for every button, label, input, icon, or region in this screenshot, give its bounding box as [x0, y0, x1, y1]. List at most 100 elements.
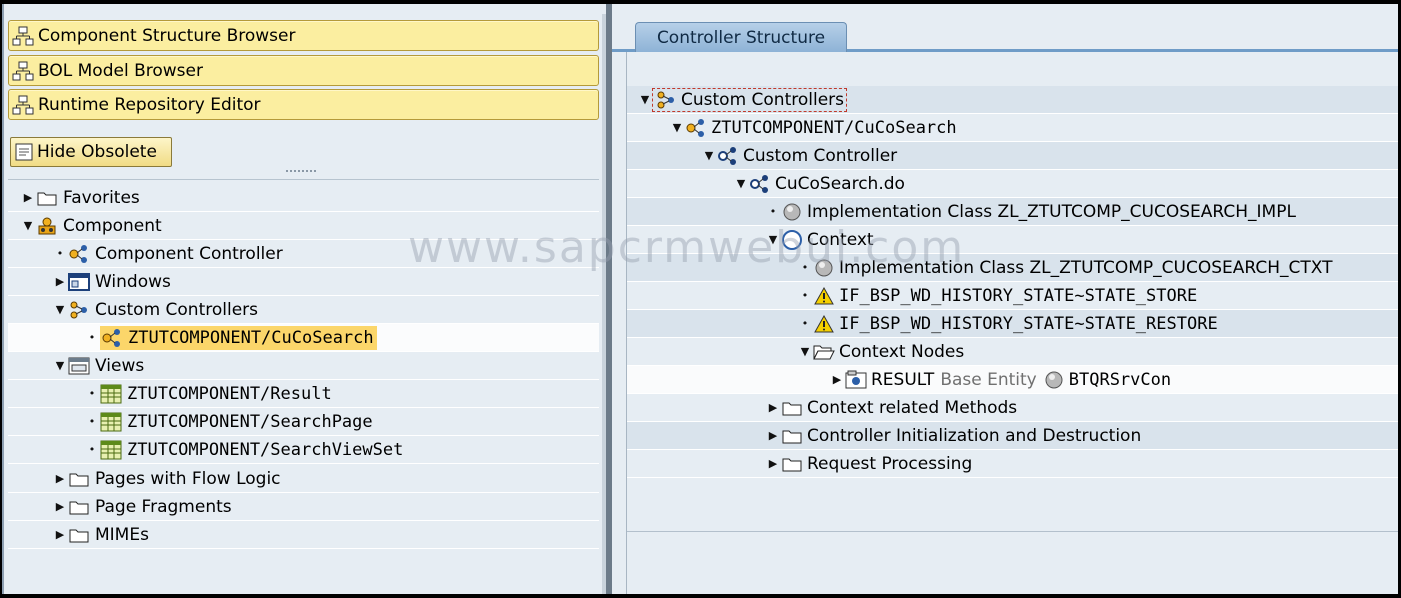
warning-icon: [813, 313, 835, 335]
tree-label: Context Nodes: [839, 341, 965, 362]
tree-label: Component Controller: [95, 243, 283, 264]
tree-label: MIMEs: [95, 524, 149, 545]
bullet-icon: •: [88, 415, 96, 428]
tree-node-init-destruction[interactable]: ▶ Controller Initialization and Destruct…: [627, 422, 1398, 450]
collapse-arrow-icon[interactable]: ▼: [20, 218, 36, 234]
custom-controllers-icon: [655, 89, 677, 111]
folder-icon: [781, 397, 803, 419]
collapse-arrow-icon[interactable]: ▼: [765, 232, 781, 248]
tree-label: ZTUTCOMPONENT/Result: [127, 383, 332, 404]
entity-name: BTQRSrvCon: [1068, 369, 1172, 390]
component-structure-browser-button[interactable]: Component Structure Browser: [8, 20, 599, 51]
tree-node-custom-controllers[interactable]: ▼ Custom Controllers: [8, 296, 599, 324]
expand-arrow-icon[interactable]: ▶: [52, 471, 68, 487]
focused-item[interactable]: Custom Controllers: [651, 87, 848, 112]
tab-label: Controller Structure: [656, 27, 826, 48]
entity-node-icon: [845, 369, 867, 391]
nav-button-label: Component Structure Browser: [38, 25, 296, 46]
folder-icon: [781, 453, 803, 475]
expand-arrow-icon[interactable]: ▶: [20, 190, 36, 206]
expand-arrow-icon[interactable]: ▶: [52, 527, 68, 543]
tree-node-custom-controllers[interactable]: ▼ Custom Controllers: [627, 86, 1398, 114]
collapse-arrow-icon[interactable]: ▼: [52, 302, 68, 318]
tree-node-view-searchpage[interactable]: • ZTUTCOMPONENT/SearchPage: [8, 408, 599, 436]
tree-node-request-processing[interactable]: ▶ Request Processing: [627, 450, 1398, 478]
folder-icon: [781, 425, 803, 447]
tree-node-view-searchviewset[interactable]: • ZTUTCOMPONENT/SearchViewSet: [8, 436, 599, 464]
hierarchy-icon: [12, 26, 34, 45]
left-pane: Component Structure Browser BOL Model Br…: [2, 4, 606, 594]
collapse-arrow-icon[interactable]: ▼: [669, 120, 685, 136]
tree-node-state-store[interactable]: • IF_BSP_WD_HISTORY_STATE~STATE_STORE: [627, 282, 1398, 310]
collapse-arrow-icon[interactable]: ▼: [637, 92, 653, 108]
tree-node-mimes[interactable]: ▶ MIMEs: [8, 521, 599, 549]
selected-item[interactable]: ZTUTCOMPONENT/CuCoSearch: [100, 325, 377, 350]
tree-node-component[interactable]: ▼ Component: [8, 212, 599, 240]
expand-arrow-icon[interactable]: ▶: [829, 372, 845, 388]
bullet-icon: •: [801, 261, 809, 274]
tree-label: IF_BSP_WD_HISTORY_STATE~STATE_RESTORE: [839, 313, 1218, 334]
folder-icon: [36, 187, 58, 209]
tree-node-cucosearch[interactable]: • ZTUTCOMPONENT/CuCoSearch: [8, 324, 599, 352]
view-grid-icon: [100, 439, 122, 461]
tree-label: Pages with Flow Logic: [95, 468, 281, 489]
tree-label: Component: [63, 215, 162, 236]
tree-label: Implementation Class ZL_ZTUTCOMP_CUCOSEA…: [807, 201, 1296, 222]
tree-label: Windows: [95, 271, 171, 292]
tree-node-impl-class[interactable]: • Implementation Class ZL_ZTUTCOMP_CUCOS…: [627, 198, 1398, 226]
tree-node-component-controller[interactable]: • Component Controller: [8, 240, 599, 268]
expand-arrow-icon[interactable]: ▶: [765, 428, 781, 444]
right-pane: Controller Structure ▼ Custom Controller…: [612, 4, 1398, 594]
splitter-handle[interactable]: [286, 170, 316, 173]
hierarchy-icon: [12, 95, 34, 114]
tree-node-context-methods[interactable]: ▶ Context related Methods: [627, 394, 1398, 422]
tree-node-custom-controller[interactable]: ▼ Custom Controller: [627, 142, 1398, 170]
controller-icon: [68, 243, 90, 265]
tree-node-view-result[interactable]: • ZTUTCOMPONENT/Result: [8, 380, 599, 408]
tree-node-favorites[interactable]: ▶ Favorites: [8, 184, 599, 212]
tree-label: Request Processing: [807, 453, 973, 474]
tree-label: Custom Controllers: [95, 299, 259, 320]
warning-icon: [813, 285, 835, 307]
bullet-icon: •: [88, 443, 96, 456]
tree-label: Controller Initialization and Destructio…: [807, 425, 1142, 446]
expand-arrow-icon[interactable]: ▶: [52, 499, 68, 515]
bullet-icon: •: [88, 387, 96, 400]
hide-obsolete-button[interactable]: Hide Obsolete: [10, 137, 172, 167]
views-icon: [68, 355, 90, 377]
tree-node-cucosearch[interactable]: ▼ ZTUTCOMPONENT/CuCoSearch: [627, 114, 1398, 142]
tree-label: CuCoSearch.do: [775, 173, 905, 194]
expand-arrow-icon[interactable]: ▶: [765, 456, 781, 472]
tree-node-views[interactable]: ▼ Views: [8, 352, 599, 380]
tree-node-cucosearch-do[interactable]: ▼ CuCoSearch.do: [627, 170, 1398, 198]
tree-label: ZTUTCOMPONENT/SearchViewSet: [127, 439, 404, 460]
collapse-arrow-icon[interactable]: ▼: [52, 358, 68, 374]
tree-node-windows[interactable]: ▶ Windows: [8, 268, 599, 296]
collapse-arrow-icon[interactable]: ▼: [797, 344, 813, 360]
bol-model-browser-button[interactable]: BOL Model Browser: [8, 55, 599, 86]
tree-node-page-fragments[interactable]: ▶ Page Fragments: [8, 493, 599, 521]
tree-label: Context: [807, 229, 874, 250]
class-sphere-icon: [781, 201, 803, 223]
tree-node-ctxt-class[interactable]: • Implementation Class ZL_ZTUTCOMP_CUCOS…: [627, 254, 1398, 282]
controller-icon: [101, 327, 123, 349]
bullet-icon: •: [56, 247, 64, 260]
tree-node-context-nodes[interactable]: ▼ Context Nodes: [627, 338, 1398, 366]
expand-arrow-icon[interactable]: ▶: [52, 274, 68, 290]
collapse-arrow-icon[interactable]: ▼: [733, 176, 749, 192]
tree-node-context[interactable]: ▼ Context: [627, 226, 1398, 254]
tree-node-state-restore[interactable]: • IF_BSP_WD_HISTORY_STATE~STATE_RESTORE: [627, 310, 1398, 338]
tab-controller-structure[interactable]: Controller Structure: [635, 22, 847, 52]
component-tree: ▶ Favorites ▼ Component • Component Cont…: [8, 179, 599, 579]
tree-label: Implementation Class ZL_ZTUTCOMP_CUCOSEA…: [839, 257, 1333, 278]
runtime-repository-editor-button[interactable]: Runtime Repository Editor: [8, 89, 599, 120]
expand-arrow-icon[interactable]: ▶: [765, 400, 781, 416]
tab-strip: Controller Structure: [612, 4, 1398, 52]
controller-structure-tree: ▼ Custom Controllers ▼ ZTUTCOMPONENT/CuC…: [627, 86, 1398, 532]
tree-label: Views: [95, 355, 145, 376]
class-sphere-icon: [813, 257, 835, 279]
tree-node-pages-flow-logic[interactable]: ▶ Pages with Flow Logic: [8, 465, 599, 493]
tree-node-result[interactable]: ▶ RESULT Base Entity BTQRSrvCon: [627, 366, 1398, 394]
open-folder-icon: [813, 341, 835, 363]
collapse-arrow-icon[interactable]: ▼: [701, 148, 717, 164]
